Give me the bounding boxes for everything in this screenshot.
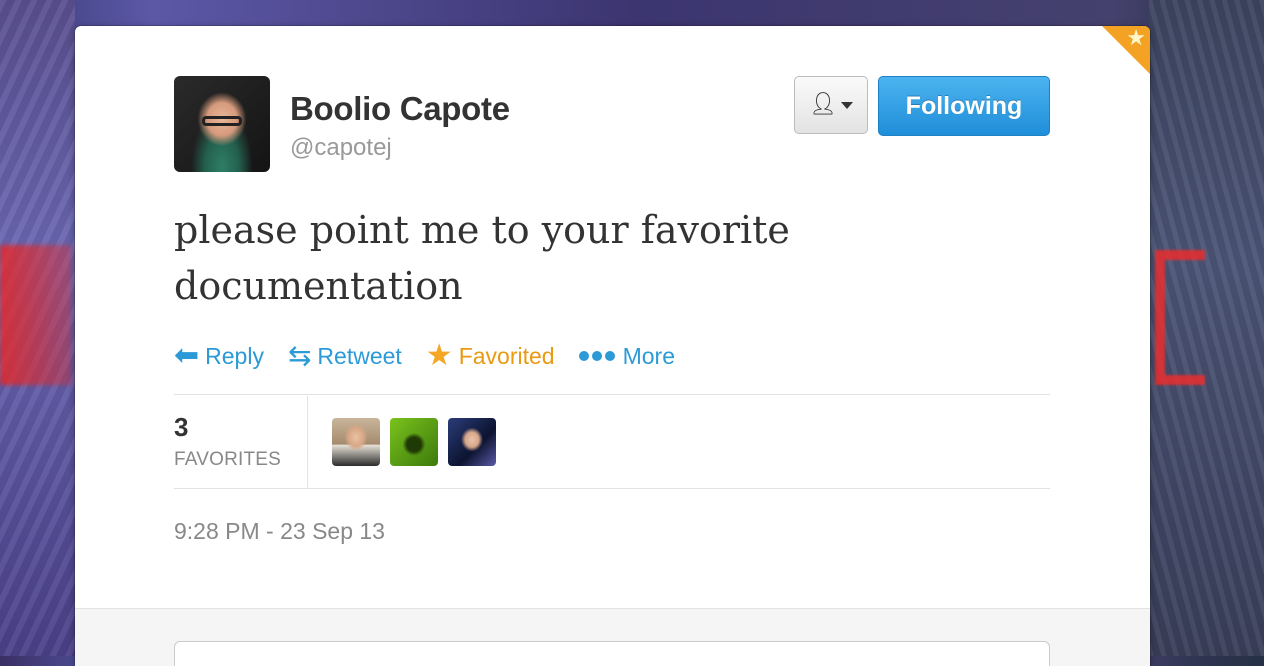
more-action[interactable]: More bbox=[578, 342, 675, 370]
tweet-timestamp[interactable]: 9:28 PM - 23 Sep 13 bbox=[174, 518, 385, 545]
tweet-stats: 3 FAVORITES bbox=[174, 396, 1050, 488]
favorited-corner-badge: ★ bbox=[1102, 26, 1150, 74]
reply-label: Reply bbox=[205, 342, 264, 369]
reply-action[interactable]: ⬅︎ Reply bbox=[174, 341, 264, 371]
favoriter-avatar[interactable] bbox=[448, 418, 496, 466]
divider bbox=[174, 488, 1050, 489]
background-right bbox=[1149, 0, 1264, 656]
user-actions-dropdown[interactable]: 👤︎ bbox=[794, 76, 868, 134]
reply-input[interactable] bbox=[174, 641, 1050, 666]
retweet-action[interactable]: ⇆ Retweet bbox=[288, 342, 402, 370]
star-icon: ★ bbox=[1126, 26, 1146, 51]
author-avatar[interactable] bbox=[174, 76, 270, 172]
dots-icon bbox=[578, 351, 615, 361]
tweet-text: please point me to your favorite documen… bbox=[174, 208, 790, 308]
stats-separator bbox=[307, 396, 308, 488]
more-label: More bbox=[622, 342, 675, 369]
favorites-label[interactable]: FAVORITES bbox=[174, 449, 281, 471]
reply-arrow-icon: ⬅︎ bbox=[174, 338, 200, 373]
author-name[interactable]: Boolio Capote bbox=[290, 90, 510, 128]
retweet-label: Retweet bbox=[317, 342, 402, 369]
divider bbox=[174, 394, 1050, 395]
tweet-actions: ⬅︎ Reply ⇆ Retweet ★ Favorited More bbox=[174, 338, 699, 374]
favoriter-avatar[interactable] bbox=[332, 418, 380, 466]
person-icon: 👤︎ bbox=[809, 92, 837, 117]
reply-footer bbox=[75, 608, 1150, 666]
favorite-label: Favorited bbox=[458, 342, 555, 369]
favoriter-avatar[interactable] bbox=[390, 418, 438, 466]
author-handle[interactable]: @capotej bbox=[290, 134, 392, 162]
favorites-count[interactable]: 3 bbox=[174, 412, 188, 443]
favoriters-avatars bbox=[332, 418, 496, 466]
retweet-icon: ⇆ bbox=[287, 339, 312, 372]
star-icon: ★ bbox=[425, 338, 453, 373]
favorite-action[interactable]: ★ Favorited bbox=[426, 341, 555, 371]
background-left bbox=[0, 0, 75, 656]
caret-down-icon bbox=[840, 101, 853, 109]
following-button[interactable]: Following bbox=[878, 76, 1050, 136]
tweet-card: ★ Boolio Capote @capotej 👤︎ Following pl… bbox=[75, 26, 1150, 666]
